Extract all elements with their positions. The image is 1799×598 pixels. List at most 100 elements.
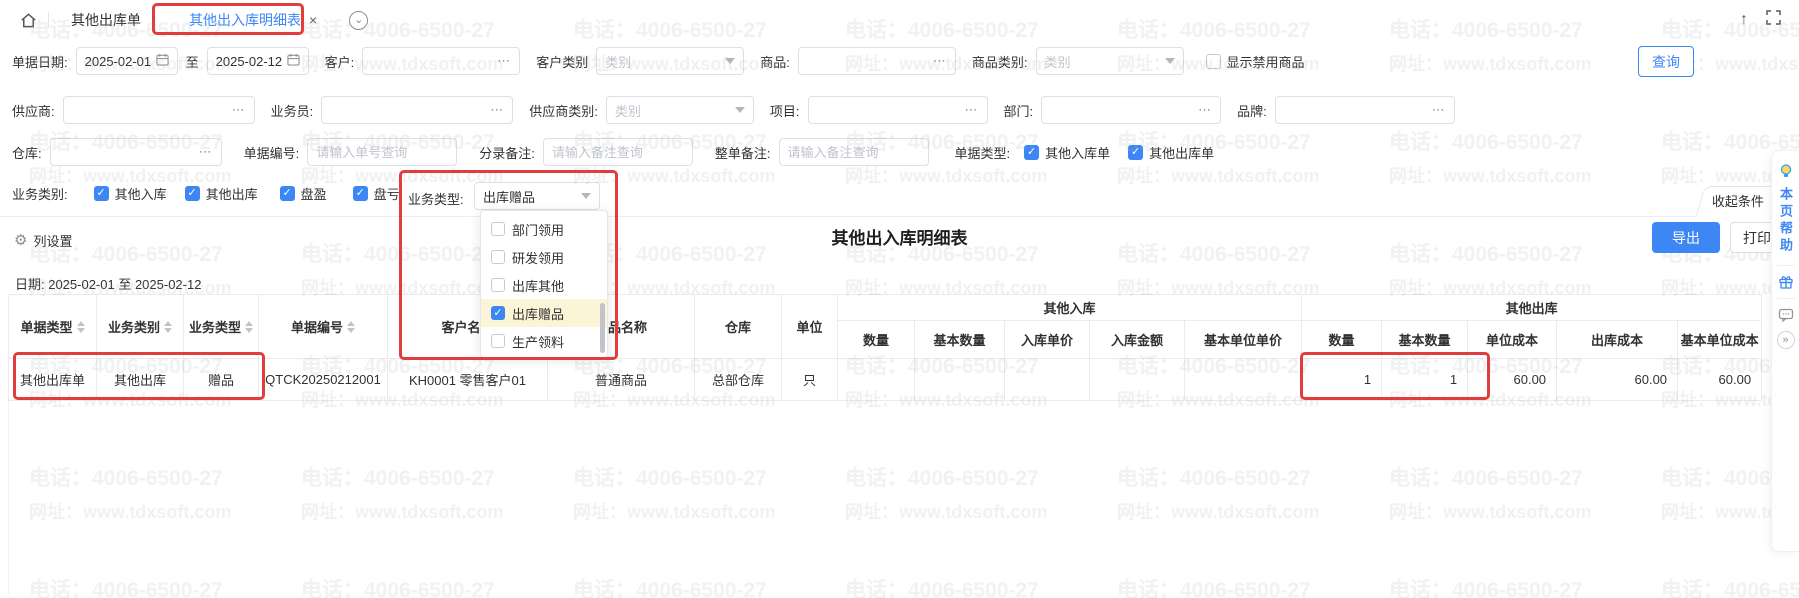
- date-to-input[interactable]: [207, 47, 309, 75]
- checkbox-checked-icon[interactable]: ✓: [280, 186, 295, 201]
- warehouse-input[interactable]: ⋯: [50, 138, 222, 166]
- calendar-icon[interactable]: [287, 53, 300, 69]
- checkbox-checked-icon[interactable]: ✓: [94, 186, 109, 201]
- col-header-warehouse[interactable]: 仓库: [695, 295, 782, 359]
- product-value[interactable]: [807, 54, 929, 69]
- col-header-in-base-price[interactable]: 基本单位单价: [1185, 321, 1302, 359]
- tab-other-outbound[interactable]: 其他出库单: [61, 4, 151, 36]
- project-input[interactable]: ⋯: [808, 96, 988, 124]
- scroll-top-icon[interactable]: ↑: [1740, 12, 1748, 28]
- col-header-out-cost[interactable]: 出库成本: [1557, 321, 1678, 359]
- salesman-input[interactable]: ⋯: [321, 96, 513, 124]
- date-from-input[interactable]: [76, 47, 178, 75]
- customer-input[interactable]: ⋯: [362, 47, 520, 75]
- chat-icon[interactable]: [1778, 307, 1794, 323]
- col-header-biz-type[interactable]: 业务类型: [184, 295, 259, 359]
- customer-type-select[interactable]: 类别: [596, 47, 744, 75]
- department-value[interactable]: [1050, 103, 1194, 118]
- close-icon[interactable]: ×: [309, 12, 317, 28]
- brand-input[interactable]: ⋯: [1275, 96, 1455, 124]
- ellipsis-icon[interactable]: ⋯: [497, 53, 511, 69]
- calendar-icon[interactable]: [156, 53, 169, 69]
- col-header-unit[interactable]: 单位: [782, 295, 838, 359]
- sort-icon[interactable]: [164, 321, 172, 333]
- ellipsis-icon[interactable]: ⋯: [1198, 102, 1212, 118]
- date-to-value[interactable]: [216, 54, 283, 69]
- col-header-in-qty[interactable]: 数量: [838, 321, 915, 359]
- show-disabled-checkbox[interactable]: [1206, 54, 1221, 69]
- page-help-button[interactable]: 本页帮助: [1776, 187, 1795, 255]
- dropdown-option-dept[interactable]: 部门领用: [481, 215, 607, 243]
- sort-icon[interactable]: [245, 321, 253, 333]
- dropdown-option-production[interactable]: 生产领料: [481, 327, 607, 355]
- ellipsis-icon[interactable]: ⋯: [1432, 102, 1446, 118]
- biz-category-checkbox-loss[interactable]: ✓ 盘亏: [353, 184, 400, 203]
- bill-remark-value[interactable]: [788, 145, 920, 160]
- col-header-biz-category[interactable]: 业务类别: [97, 295, 184, 359]
- department-input[interactable]: ⋯: [1041, 96, 1221, 124]
- col-header-in-base-qty[interactable]: 基本数量: [915, 321, 1005, 359]
- col-header-base-unit-cost[interactable]: 基本单位成本: [1678, 321, 1762, 359]
- checkbox-checked-icon[interactable]: ✓: [353, 186, 368, 201]
- salesman-value[interactable]: [330, 103, 486, 118]
- project-value[interactable]: [817, 103, 961, 118]
- checkbox-checked-icon[interactable]: ✓: [1024, 145, 1039, 160]
- product-input[interactable]: ⋯: [798, 47, 956, 75]
- col-header-bill-type[interactable]: 单据类型: [9, 295, 97, 359]
- checkbox-unchecked-icon[interactable]: [491, 222, 505, 236]
- col-header-in-amount[interactable]: 入库金额: [1090, 321, 1185, 359]
- export-button[interactable]: 导出: [1652, 222, 1720, 253]
- product-type-select[interactable]: 类别: [1036, 47, 1184, 75]
- checkbox-unchecked-icon[interactable]: [491, 250, 505, 264]
- bill-no-value[interactable]: [316, 145, 448, 160]
- ellipsis-icon[interactable]: ⋯: [965, 102, 979, 118]
- collapse-conditions-tab[interactable]: 收起条件: [1696, 186, 1781, 217]
- biz-category-checkbox-other-out[interactable]: ✓ 其他出库: [185, 184, 258, 203]
- brand-value[interactable]: [1284, 103, 1428, 118]
- col-header-out-qty[interactable]: 数量: [1302, 321, 1382, 359]
- dropdown-scrollbar[interactable]: [600, 303, 605, 353]
- col-header-in-price[interactable]: 入库单价: [1005, 321, 1090, 359]
- ellipsis-icon[interactable]: ⋯: [490, 102, 504, 118]
- biz-category-checkbox-gain[interactable]: ✓ 盘盈: [280, 184, 327, 203]
- supplier-value[interactable]: [72, 103, 228, 118]
- checkbox-checked-icon[interactable]: ✓: [185, 186, 200, 201]
- checkbox-unchecked-icon[interactable]: [491, 334, 505, 348]
- bill-no-input[interactable]: [307, 138, 457, 166]
- sort-icon[interactable]: [77, 321, 85, 333]
- ellipsis-icon[interactable]: ⋯: [232, 102, 246, 118]
- warehouse-value[interactable]: [59, 145, 195, 160]
- collapse-sidebar-icon[interactable]: »: [1777, 331, 1795, 349]
- table-row[interactable]: 其他出库单 其他出库 赠品 QTCK20250212001 KH0001 零售客…: [9, 359, 1762, 401]
- bulb-icon[interactable]: [1778, 163, 1794, 179]
- dropdown-option-rd[interactable]: 研发领用: [481, 243, 607, 271]
- show-disabled-checkbox-item[interactable]: 显示禁用商品: [1206, 52, 1305, 71]
- gift-icon[interactable]: [1778, 274, 1794, 290]
- tab-detail-report[interactable]: 其他出入库明细表 ×: [179, 4, 327, 36]
- query-button[interactable]: 查询: [1638, 46, 1694, 77]
- customer-value[interactable]: [371, 54, 493, 69]
- entry-remark-input[interactable]: [543, 138, 693, 166]
- bill-type-checkbox-inbound[interactable]: ✓ 其他入库单: [1024, 143, 1110, 162]
- sort-icon[interactable]: [347, 321, 355, 333]
- supplier-type-select[interactable]: 类别: [606, 96, 754, 124]
- entry-remark-value[interactable]: [552, 145, 684, 160]
- chevron-down-icon[interactable]: ⌄: [349, 11, 368, 30]
- bill-remark-input[interactable]: [779, 138, 929, 166]
- dropdown-option-out-other[interactable]: 出库其他: [481, 271, 607, 299]
- checkbox-checked-icon[interactable]: ✓: [1128, 145, 1143, 160]
- date-from-value[interactable]: [85, 54, 152, 69]
- bill-type-checkbox-outbound[interactable]: ✓ 其他出库单: [1128, 143, 1214, 162]
- col-header-out-base-qty[interactable]: 基本数量: [1382, 321, 1468, 359]
- dropdown-option-out-gift[interactable]: ✓ 出库赠品: [481, 299, 607, 327]
- supplier-input[interactable]: ⋯: [63, 96, 255, 124]
- fullscreen-icon[interactable]: [1766, 10, 1781, 29]
- home-icon[interactable]: [16, 8, 40, 32]
- col-header-unit-cost[interactable]: 单位成本: [1468, 321, 1557, 359]
- biz-category-checkbox-other-in[interactable]: ✓ 其他入库: [94, 184, 167, 203]
- checkbox-checked-icon[interactable]: ✓: [491, 306, 505, 320]
- col-header-bill-no[interactable]: 单据编号: [259, 295, 388, 359]
- checkbox-unchecked-icon[interactable]: [491, 278, 505, 292]
- biz-type-select[interactable]: 出库赠品: [474, 182, 600, 210]
- ellipsis-icon[interactable]: ⋯: [933, 53, 947, 69]
